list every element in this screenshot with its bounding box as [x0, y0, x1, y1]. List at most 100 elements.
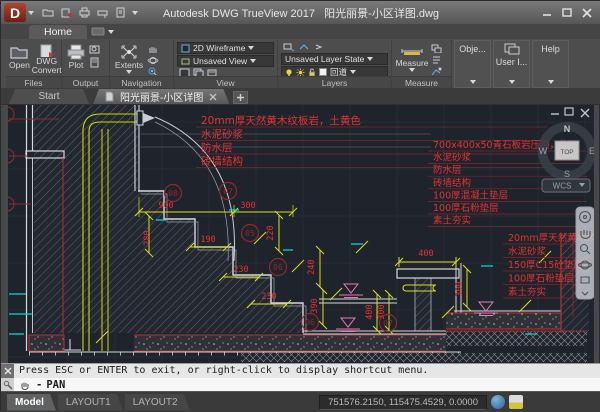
- visual-style-select[interactable]: 2D Wireframe: [177, 42, 274, 54]
- svg-text:400: 400: [365, 304, 375, 319]
- group-label-output[interactable]: Output: [62, 76, 109, 88]
- svg-text:05: 05: [245, 229, 255, 238]
- title-bar: D Autodesk DWG TrueView 2017 阳光丽景-小区详图.d…: [1, 1, 600, 24]
- navigation-bar[interactable]: [576, 207, 594, 299]
- qat-customize-caret-icon[interactable]: [132, 11, 138, 15]
- file-tab-bar: Start 阳光丽景-小区详图: [1, 88, 600, 105]
- viewcube[interactable]: TOP N E S W WCS: [539, 123, 595, 193]
- extents-caret-icon[interactable]: [126, 70, 132, 74]
- dwg-convert-icon: [37, 43, 57, 57]
- command-line[interactable]: Press ESC or ENTER to exit, or right-cli…: [1, 363, 600, 391]
- tab-document[interactable]: 阳光丽景-小区详图: [93, 89, 229, 104]
- dwg-file-icon: [105, 91, 114, 102]
- layer-states-icon[interactable]: [283, 42, 295, 52]
- ribbon-group-output: Plot Output: [62, 40, 110, 88]
- pan-icon[interactable]: [147, 44, 159, 53]
- tab-layout1[interactable]: LAYOUT1: [58, 394, 123, 411]
- viewcube-east[interactable]: E: [589, 146, 594, 156]
- layer-color-swatch[interactable]: [319, 68, 327, 76]
- viewcube-south[interactable]: S: [564, 169, 570, 179]
- objects-panel-caret-icon: [470, 80, 476, 84]
- zoom-window-icon[interactable]: [147, 66, 159, 75]
- svg-text:390: 390: [310, 298, 320, 313]
- command-prompt-text: Press ESC or ENTER to exit, or right-cli…: [14, 364, 600, 378]
- svg-text:230: 230: [261, 292, 276, 302]
- command-dash: -: [36, 379, 42, 391]
- new-tab-button[interactable]: [233, 91, 248, 104]
- panel-user-interface[interactable]: User I...: [493, 40, 530, 88]
- plot-button[interactable]: Plot: [65, 42, 87, 75]
- named-view-select[interactable]: Unsaved View: [177, 55, 274, 67]
- group-label-layers[interactable]: Layers: [278, 76, 391, 88]
- help-panel-caret-icon: [548, 80, 554, 84]
- ribbon-display-toggle[interactable]: [91, 27, 114, 36]
- list-icon[interactable]: [431, 55, 442, 64]
- layer-prev-icon[interactable]: [313, 42, 325, 52]
- command-options-button[interactable]: [1, 378, 14, 392]
- close-button[interactable]: [581, 7, 593, 19]
- tab-layout2[interactable]: LAYOUT2: [125, 394, 190, 411]
- plot-preview-icon[interactable]: [89, 44, 100, 55]
- named-view-icon: [181, 57, 190, 66]
- batch-plot-icon[interactable]: [96, 7, 109, 18]
- doc-window-controls[interactable]: [551, 108, 589, 117]
- svg-text:100厚混凝土垫层: 100厚混凝土垫层: [433, 189, 508, 201]
- layer-restore-icon[interactable]: [298, 42, 310, 52]
- command-close-button[interactable]: [1, 364, 14, 378]
- coordinates-readout: 751576.2150, 115475.4529, 0.0000: [319, 395, 487, 410]
- measure-caret-icon[interactable]: [409, 68, 415, 72]
- viewcube-north[interactable]: N: [564, 124, 571, 134]
- viewcube-west[interactable]: W: [539, 146, 548, 156]
- tab-home[interactable]: Home: [29, 25, 87, 39]
- quick-access-toolbar: [42, 7, 138, 18]
- svg-text:水泥砂浆: 水泥砂浆: [201, 128, 243, 141]
- quick-measure-icon[interactable]: [431, 44, 442, 53]
- tab-start[interactable]: Start: [9, 89, 89, 104]
- doc-restore-icon: [565, 108, 573, 115]
- clean-screen-icon[interactable]: [509, 395, 523, 409]
- zoom-extents-icon: [119, 43, 139, 61]
- svg-text:300: 300: [455, 281, 465, 296]
- open-button[interactable]: Open: [9, 42, 30, 75]
- svg-text:砖墙结构: 砖墙结构: [201, 155, 243, 168]
- orbit-icon[interactable]: [147, 55, 159, 64]
- preview-icon[interactable]: [114, 7, 127, 18]
- svg-text:防水层: 防水层: [433, 164, 462, 176]
- group-label-navigation[interactable]: Navigation: [110, 76, 173, 88]
- minimize-button[interactable]: [541, 7, 553, 19]
- svg-text:08: 08: [168, 189, 178, 198]
- drawing-viewport[interactable]: 20mm厚天然黄木纹板岩，土黄色水泥砂浆防水层砖墙结构700x400x50青石板…: [8, 105, 594, 363]
- wrench-icon: [3, 380, 13, 390]
- group-label-measure[interactable]: Measure: [392, 76, 451, 88]
- group-label-files[interactable]: Files: [6, 76, 61, 88]
- panel-help[interactable]: Help: [532, 40, 569, 88]
- group-label-view[interactable]: View: [174, 76, 277, 88]
- print-icon[interactable]: [78, 7, 91, 18]
- user-interface-icon: [504, 43, 520, 55]
- svg-text:07: 07: [223, 187, 233, 196]
- convert-icon[interactable]: [60, 7, 73, 18]
- panel-objects[interactable]: Obje...: [454, 40, 491, 88]
- svg-text:190: 190: [200, 235, 215, 245]
- measure-button[interactable]: Measure: [395, 42, 429, 75]
- svg-text:水泥砂浆: 水泥砂浆: [433, 152, 472, 164]
- maximize-button[interactable]: [561, 7, 573, 19]
- dwg-convert-button[interactable]: DWG Convert: [32, 42, 62, 75]
- open-icon[interactable]: [42, 7, 55, 18]
- tab-close-icon[interactable]: [209, 93, 217, 101]
- page-setup-icon[interactable]: [89, 57, 100, 68]
- ribbon-group-view: 2D Wireframe Unsaved View View: [174, 40, 278, 88]
- app-window: { "window": {"app_title": "Autodesk DWG …: [0, 0, 600, 411]
- command-active-row[interactable]: - PAN: [14, 378, 600, 392]
- id-point-icon[interactable]: [431, 66, 442, 75]
- app-logo-icon[interactable]: D: [4, 3, 26, 22]
- hardware-acceleration-icon[interactable]: [491, 395, 505, 409]
- active-command-label: PAN: [46, 379, 65, 391]
- zoom-extents-button[interactable]: Extents: [113, 42, 145, 75]
- app-menu-caret-icon[interactable]: [28, 11, 34, 15]
- svg-text:水泥砂浆: 水泥砂浆: [508, 246, 547, 258]
- layer-state-select[interactable]: Unsaved Layer State: [281, 53, 388, 65]
- pan-hand-icon: [19, 379, 32, 391]
- ribbon-group-layers: Unsaved Layer State 回道 Layers: [278, 40, 392, 88]
- tab-model[interactable]: Model: [7, 394, 56, 411]
